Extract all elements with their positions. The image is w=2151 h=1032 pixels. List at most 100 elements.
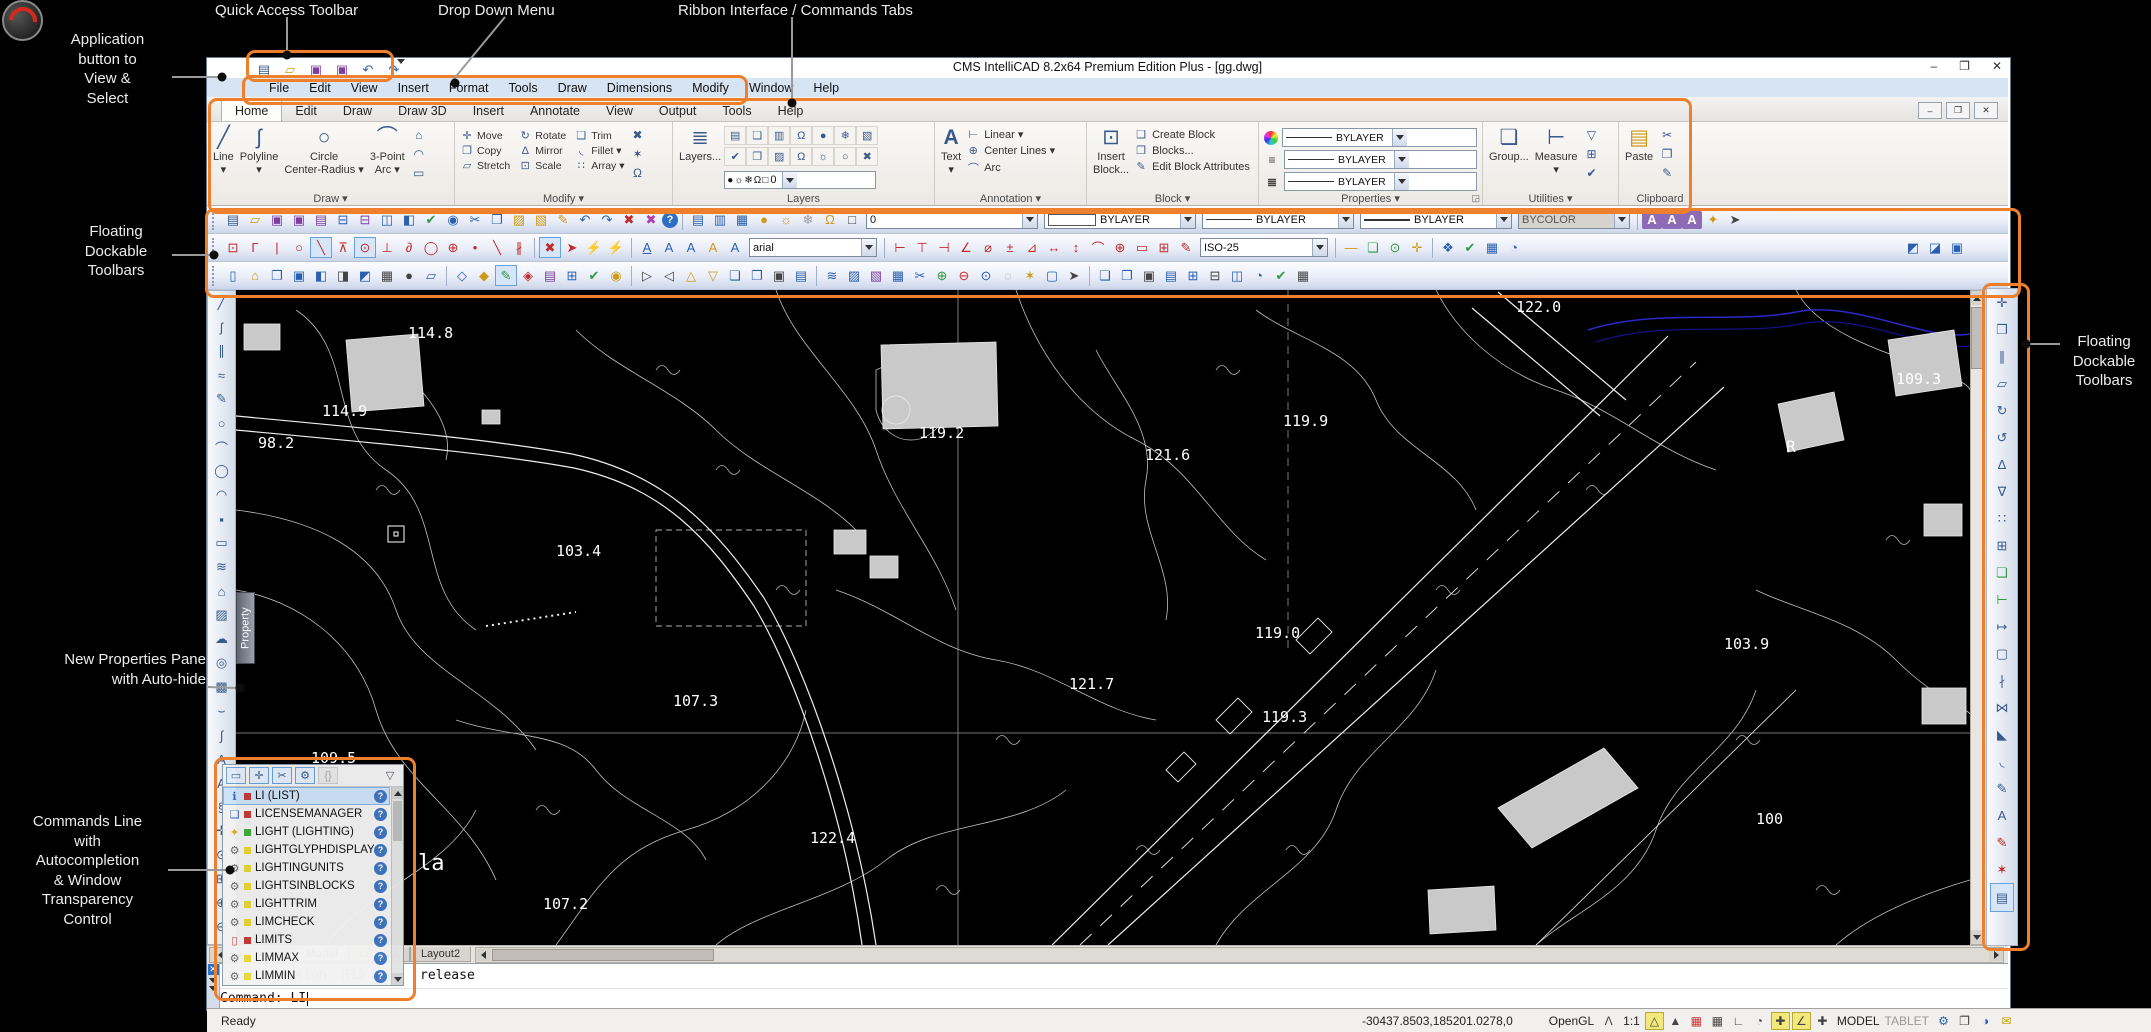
tab-annotate[interactable]: Annotate xyxy=(517,101,593,121)
layer-combo[interactable]: ●☼❄Ω□ 0 xyxy=(724,171,876,189)
hatch2-icon[interactable]: ▨ xyxy=(843,265,865,286)
properties-icon[interactable]: ▤ xyxy=(1990,883,2014,912)
plot-icon[interactable]: ⊟ xyxy=(354,209,376,230)
match-properties-icon[interactable]: ✎ xyxy=(552,209,574,230)
toolbar-grip[interactable] xyxy=(212,266,218,286)
play-icon[interactable]: ▷ xyxy=(636,265,658,286)
doc-restore-button[interactable]: ❐ xyxy=(1946,102,1970,119)
dim-angular-icon[interactable]: ∠ xyxy=(955,237,977,258)
snap-center-icon[interactable]: ⊙ xyxy=(354,237,376,258)
trim-button[interactable]: ❏Trim xyxy=(574,129,624,142)
cmd-limcheck[interactable]: ⚙ LIMCHECK ? xyxy=(223,913,390,931)
command-scroll-down2-icon[interactable] xyxy=(209,986,217,991)
text-style2-icon[interactable]: A xyxy=(702,237,724,258)
help-icon[interactable]: ? xyxy=(374,970,387,983)
tag-gold-icon[interactable]: ◆ xyxy=(473,265,495,286)
page-setup-icon[interactable]: ◧ xyxy=(398,209,420,230)
save-as-icon[interactable]: ▣ xyxy=(331,59,353,80)
polygon-icon[interactable]: ⌂ xyxy=(410,127,428,143)
wipeout-icon[interactable]: ▩ xyxy=(211,675,233,699)
arc-button[interactable]: ⌒3-Point Arc ▾ xyxy=(367,124,408,191)
pointer-icon[interactable]: ➤ xyxy=(1063,265,1085,286)
print-icon[interactable]: ⊟ xyxy=(332,209,354,230)
cloud-icon[interactable]: ☁ xyxy=(211,627,233,651)
help-icon[interactable]: ? xyxy=(662,212,678,228)
light-icon[interactable]: ✦ xyxy=(1702,209,1724,230)
layer-freeze-icon[interactable]: ❄ xyxy=(797,209,819,230)
view6-icon[interactable]: ⊟ xyxy=(1204,265,1226,286)
settings-gear-icon[interactable]: ⚙ xyxy=(1934,1012,1953,1030)
tab-draw3d[interactable]: Draw 3D xyxy=(385,101,460,121)
combo-arrow[interactable] xyxy=(1394,151,1409,168)
circle-icon[interactable]: ○ xyxy=(211,411,233,435)
snap-parallel-icon[interactable]: ∦ xyxy=(508,237,530,258)
status-tablet[interactable]: TABLET xyxy=(1885,1014,1929,1028)
help-icon[interactable]: ? xyxy=(374,916,387,929)
undo-icon[interactable]: ↶ xyxy=(357,59,379,80)
new-file-icon[interactable]: ▤ xyxy=(253,59,275,80)
dim-linear-icon[interactable]: ⊢ xyxy=(889,237,911,258)
save-icon[interactable]: ▣ xyxy=(266,209,288,230)
quick-filter-icon[interactable]: ▽ xyxy=(1583,127,1601,143)
layer-state-icon[interactable]: ❏ xyxy=(746,126,768,145)
paste-button[interactable]: ▤ Paste xyxy=(1622,124,1656,191)
layer-delete-icon[interactable]: ✖ xyxy=(856,147,878,166)
extend-icon[interactable]: ⊢ xyxy=(1991,586,2013,613)
break-icon[interactable]: ∤ xyxy=(1991,667,2013,694)
snap-point-icon[interactable]: • xyxy=(464,237,486,258)
command-history[interactable]: le Version: R15 ( release xyxy=(220,963,2008,988)
color-dropdown[interactable]: BYLAYER xyxy=(1044,210,1196,229)
polar-angle-icon[interactable]: ∠ xyxy=(1792,1012,1811,1030)
copy-icon[interactable]: ❐ xyxy=(1991,316,2013,343)
ghost-circle-icon[interactable]: ◌ xyxy=(997,265,1019,286)
lines-icon[interactable]: ▤ xyxy=(790,265,812,286)
audit-icon[interactable]: ✔ xyxy=(1583,165,1601,181)
copy-icon[interactable]: ❐ xyxy=(486,209,508,230)
home-view-icon[interactable]: ⌂ xyxy=(244,265,266,286)
scale-button[interactable]: ⊡Scale xyxy=(518,159,566,172)
help-icon[interactable]: ? xyxy=(374,790,387,803)
menu-help[interactable]: Help xyxy=(803,80,849,96)
save-all-icon[interactable]: ▣ xyxy=(288,209,310,230)
transparency-icon[interactable]: ◑ xyxy=(1976,1012,1995,1030)
view-save-icon[interactable]: ▣ xyxy=(288,265,310,286)
view2-icon[interactable]: ❐ xyxy=(1116,265,1138,286)
edit-block-attributes-button[interactable]: ✎Edit Block Attributes xyxy=(1134,160,1250,173)
ucs-icon[interactable]: Λ xyxy=(1599,1012,1618,1030)
tab-layout2[interactable]: Layout2 xyxy=(410,947,471,962)
snap-endpoint-icon[interactable]: ⊡ xyxy=(222,237,244,258)
lineweight-dropdown[interactable]: BYLAYER xyxy=(1360,210,1512,229)
polyline-icon[interactable]: ʃ xyxy=(211,315,233,339)
cmd-li[interactable]: ℹ LI (LIST) ? xyxy=(223,787,390,805)
dim-diameter-icon[interactable]: ⌀ xyxy=(977,237,999,258)
snap-tracking-icon[interactable]: ✚ xyxy=(1813,1012,1832,1030)
help-icon[interactable]: ? xyxy=(374,844,387,857)
array-icon[interactable]: ∷ xyxy=(1991,505,2013,532)
layer-swatch-icon[interactable]: □ xyxy=(841,209,863,230)
esnap-toggle-icon[interactable]: ✚ xyxy=(1771,1012,1790,1030)
snap-grid-icon[interactable]: ▦ xyxy=(1687,1012,1706,1030)
command-close-icon[interactable]: ✕ xyxy=(208,964,219,975)
close-button[interactable]: ✕ xyxy=(1992,59,2002,73)
layer-off-icon[interactable]: ○ xyxy=(834,147,856,166)
cmd-limits[interactable]: ▯ LIMITS ? xyxy=(223,931,390,949)
redo-icon[interactable]: ↷ xyxy=(596,209,618,230)
clip-icon[interactable]: ✂ xyxy=(909,265,931,286)
layers-panel-label[interactable]: Layers xyxy=(673,193,934,205)
dim-arc-icon[interactable]: ⌒ xyxy=(1087,237,1109,258)
layer-dropdown[interactable]: 0 xyxy=(866,210,1038,229)
cut-popup-icon[interactable]: ✂ xyxy=(272,767,292,784)
insert2-icon[interactable]: ⊕ xyxy=(931,265,953,286)
ellipse-arc-icon[interactable]: ◠ xyxy=(211,483,233,507)
menu-dimensions[interactable]: Dimensions xyxy=(597,80,682,96)
grid2-icon[interactable]: ▦ xyxy=(887,265,909,286)
donut-icon[interactable]: ◎ xyxy=(211,651,233,675)
cmd-lightglyphdisplay[interactable]: ⚙ LIGHTGLYPHDISPLAY ? xyxy=(223,841,390,859)
text-edit-icon[interactable]: A xyxy=(1662,211,1682,229)
array-button[interactable]: ∷Array ▾ xyxy=(574,159,624,172)
doc-minimize-button[interactable]: – xyxy=(1918,102,1942,119)
properties-dialog-launcher-icon[interactable]: ◲ xyxy=(1471,193,1480,204)
ortho-icon[interactable]: ∟ xyxy=(1729,1012,1748,1030)
layer-states-icon[interactable]: ▥ xyxy=(709,209,731,230)
paste-icon[interactable]: ▨ xyxy=(508,209,530,230)
